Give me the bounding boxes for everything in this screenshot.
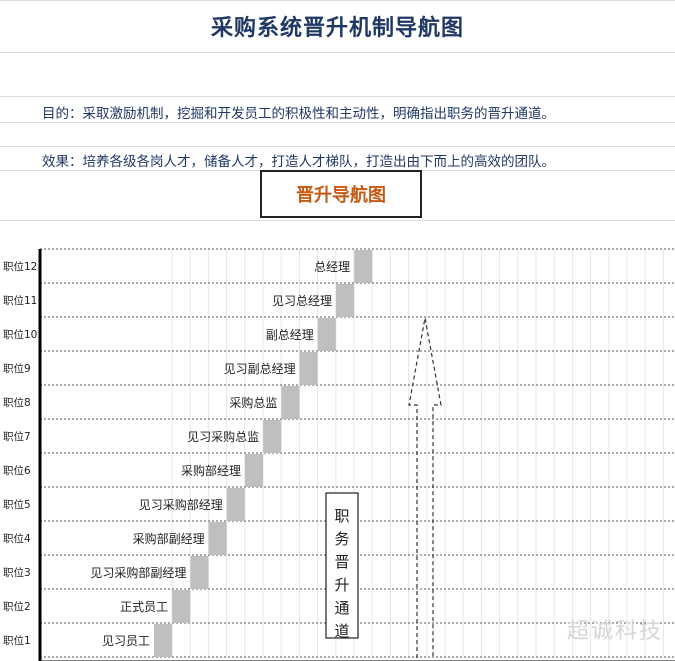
step-block [299, 352, 318, 385]
step-block [317, 318, 336, 351]
channel-label-char: 务 [334, 530, 349, 548]
step-block [281, 386, 300, 419]
promotion-arrow [408, 317, 442, 658]
channel-label-char: 晋 [334, 553, 349, 571]
step-block [226, 488, 245, 521]
channel-label-char: 道 [334, 622, 349, 640]
position-label: 见习副总经理 [224, 362, 296, 376]
position-label: 见习采购部副经理 [90, 565, 186, 580]
step-block [245, 454, 263, 487]
channel-label-char: 升 [334, 576, 349, 594]
level-label: 职位8 [3, 396, 31, 409]
step-block [154, 624, 172, 657]
level-label: 职位2 [3, 600, 31, 613]
position-label: 见习采购部经理 [139, 497, 223, 512]
grid-line [0, 52, 675, 53]
level-label: 职位4 [3, 532, 31, 545]
position-label: 副总经理 [266, 328, 314, 342]
level-label: 职位10 [3, 328, 37, 341]
level-label: 职位5 [3, 498, 31, 511]
level-label: 职位11 [3, 294, 37, 307]
grid-line [0, 96, 675, 97]
step-block [354, 250, 373, 283]
position-label: 采购部副经理 [133, 531, 205, 546]
step-block [172, 590, 191, 623]
grid-line [0, 0, 675, 1]
grid-line [0, 220, 675, 221]
channel-label-char: 职 [334, 507, 349, 525]
step-block [190, 556, 209, 589]
position-label: 见习采购总监 [187, 429, 259, 444]
position-label: 正式员工 [120, 600, 168, 614]
nav-title: 晋升导航图 [296, 185, 386, 206]
purpose-text: 目的：采取激励机制，挖掘和开发员工的积极性和主动性，明确指出职务的晋升通道。 [42, 106, 555, 122]
promotion-staircase-diagram: 职位1 见习员工 职位2 正式员工 职位3 见习采购部副经理 职位4 采购部副经理 职位5 见习采… [3, 248, 675, 661]
level-label: 职位7 [3, 430, 31, 443]
position-label: 采购总监 [229, 395, 277, 410]
page-title: 采购系统晋升机制导航图 [210, 16, 464, 41]
grid-line [0, 146, 675, 147]
grid-line [0, 122, 675, 123]
level-label: 职位3 [3, 566, 31, 579]
step-block [263, 420, 282, 453]
position-label: 采购部经理 [181, 463, 241, 478]
nav-title-box: 晋升导航图 [260, 170, 422, 218]
level-label: 职位6 [3, 464, 31, 477]
step-block [208, 522, 227, 555]
level-label: 职位12 [3, 260, 37, 273]
position-label: 总经理 [314, 260, 350, 274]
effect-text: 效果：培养各级各岗人才，储备人才，打造人才梯队，打造出由下而上的高效的团队。 [42, 154, 555, 170]
level-label: 职位1 [3, 634, 31, 647]
watermark: 超诚科技 [566, 619, 663, 644]
step-block [336, 284, 354, 317]
position-label: 见习员工 [102, 634, 150, 648]
channel-label-char: 通 [334, 599, 349, 617]
level-label: 职位9 [3, 362, 31, 375]
position-label: 见习总经理 [272, 294, 332, 308]
